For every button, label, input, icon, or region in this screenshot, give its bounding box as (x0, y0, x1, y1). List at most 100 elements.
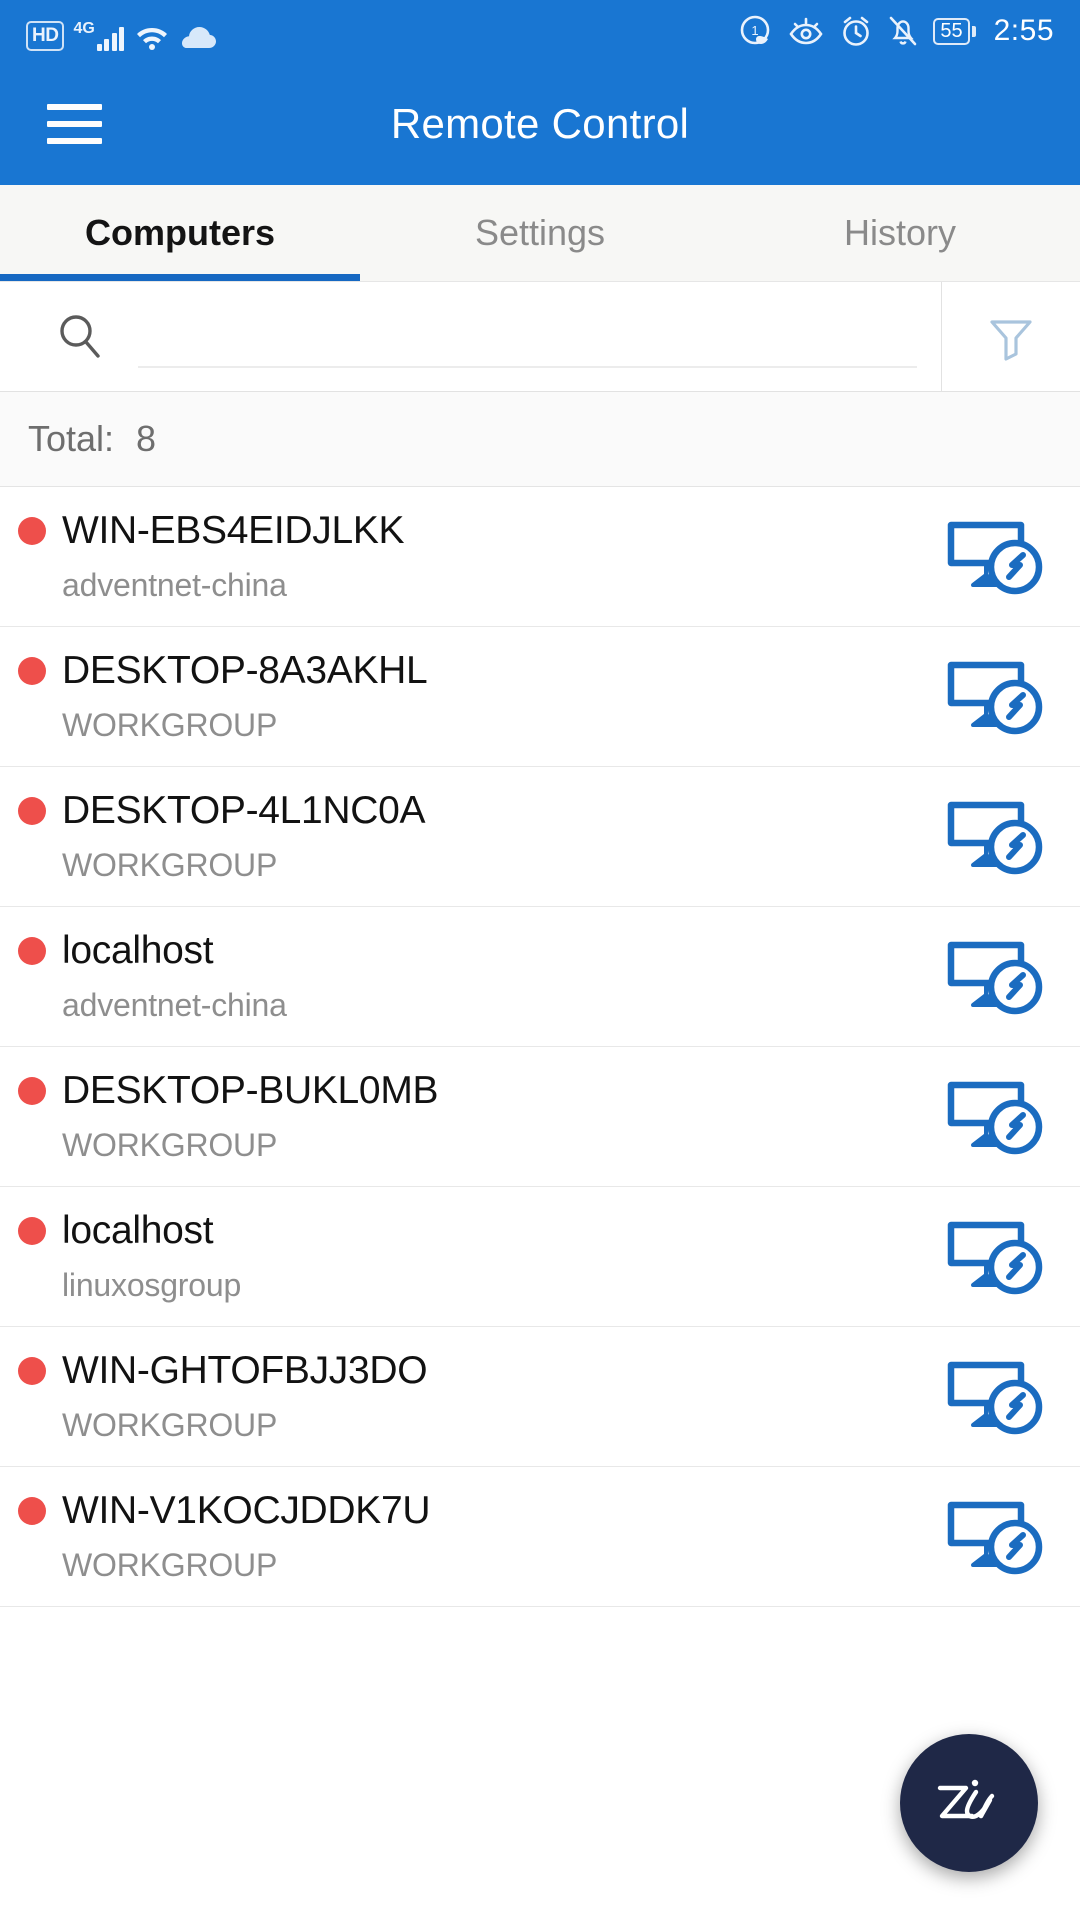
tab-settings-label: Settings (474, 212, 606, 253)
computer-name-line: localhost (18, 1209, 910, 1253)
total-value: 8 (136, 418, 157, 459)
table-row[interactable]: WIN-V1KOCJDDK7U WORKGROUP (0, 1467, 1080, 1607)
remote-connect-button[interactable] (910, 515, 1080, 599)
tab-bar: Computers Settings History (0, 185, 1080, 282)
computer-name-line: WIN-GHTOFBJJ3DO (18, 1349, 910, 1393)
phone-screen: HD 4G 1 55 2:55 Remote Control Computers… (0, 0, 1080, 1920)
computer-info: WIN-EBS4EIDJLKK adventnet-china (18, 509, 910, 604)
remote-desktop-icon (947, 661, 1043, 734)
status-badge (18, 797, 46, 825)
remote-connect-button[interactable] (910, 795, 1080, 879)
remote-connect-button[interactable] (910, 1355, 1080, 1439)
eye-comfort-icon (789, 17, 823, 45)
tab-settings[interactable]: Settings (360, 185, 720, 281)
cloud-icon (182, 27, 217, 48)
computer-group: WORKGROUP (62, 1407, 278, 1443)
network-type-label: 4G (73, 20, 95, 37)
computer-group: adventnet-china (62, 567, 287, 603)
status-badge (18, 1077, 46, 1105)
table-row[interactable]: DESKTOP-BUKL0MB WORKGROUP (0, 1047, 1080, 1187)
remote-desktop-icon (947, 801, 1043, 874)
remote-desktop-icon (947, 1221, 1043, 1294)
computer-name: WIN-GHTOFBJJ3DO (62, 1349, 428, 1392)
computer-name: DESKTOP-BUKL0MB (62, 1069, 439, 1112)
filter-button[interactable] (941, 282, 1080, 391)
hd-badge: HD (26, 21, 65, 51)
remote-desktop-icon (947, 1361, 1043, 1434)
status-badge (18, 937, 46, 965)
computer-info: DESKTOP-8A3AKHL WORKGROUP (18, 649, 910, 744)
total-count-bar: Total: 8 (0, 392, 1080, 487)
hamburger-menu-icon[interactable] (47, 103, 102, 144)
computer-group: WORKGROUP (62, 1547, 278, 1583)
status-bar-left: HD 4G (26, 11, 218, 51)
computer-name: localhost (62, 929, 214, 972)
computer-name: WIN-EBS4EIDJLKK (62, 509, 405, 552)
battery-indicator: 55 (933, 17, 976, 45)
search-input[interactable] (138, 305, 917, 368)
svg-text:1: 1 (752, 23, 759, 38)
status-badge (18, 657, 46, 685)
computer-name: DESKTOP-4L1NC0A (62, 789, 426, 832)
computer-group: WORKGROUP (62, 1127, 278, 1163)
status-badge (18, 517, 46, 545)
tab-history-label: History (843, 212, 956, 253)
computer-group: adventnet-china (62, 987, 287, 1023)
table-row[interactable]: DESKTOP-8A3AKHL WORKGROUP (0, 627, 1080, 767)
computer-info: WIN-V1KOCJDDK7U WORKGROUP (18, 1489, 910, 1584)
computer-info: DESKTOP-BUKL0MB WORKGROUP (18, 1069, 910, 1164)
status-badge (18, 1357, 46, 1385)
search-icon (60, 314, 100, 358)
remote-connect-button[interactable] (910, 935, 1080, 1019)
computer-info: localhost linuxosgroup (18, 1209, 910, 1304)
computer-name-line: DESKTOP-BUKL0MB (18, 1069, 910, 1113)
signal-bars-icon (96, 25, 125, 51)
remote-desktop-icon (947, 521, 1043, 594)
remote-connect-button[interactable] (910, 1495, 1080, 1579)
remote-desktop-icon (947, 1501, 1043, 1574)
status-badge (18, 1497, 46, 1525)
computer-info: localhost adventnet-china (18, 929, 910, 1024)
computer-list: WIN-EBS4EIDJLKK adventnet-china DESKTOP-… (0, 487, 1080, 1607)
battery-cap (971, 25, 976, 37)
search-input-container (0, 282, 941, 391)
computer-group: WORKGROUP (62, 707, 278, 743)
tab-history[interactable]: History (720, 185, 1080, 281)
zia-assistant-icon (937, 1779, 995, 1819)
computer-name-line: localhost (18, 929, 910, 973)
computer-name-line: DESKTOP-8A3AKHL (18, 649, 910, 693)
computer-info: WIN-GHTOFBJJ3DO WORKGROUP (18, 1349, 910, 1444)
search-bar (0, 282, 1080, 392)
app-bar: Remote Control (0, 62, 1080, 185)
wifi-icon (137, 28, 168, 50)
table-row[interactable]: DESKTOP-4L1NC0A WORKGROUP (0, 767, 1080, 907)
remote-connect-button[interactable] (910, 655, 1080, 739)
computer-name-line: WIN-EBS4EIDJLKK (18, 509, 910, 553)
status-badge (18, 1217, 46, 1245)
total-label: Total: (28, 418, 115, 459)
tab-computers[interactable]: Computers (0, 185, 360, 281)
computer-info: DESKTOP-4L1NC0A WORKGROUP (18, 789, 910, 884)
tab-computers-label: Computers (84, 212, 276, 253)
filter-funnel-icon (990, 319, 1032, 361)
status-bar-right: 1 55 2:55 (739, 14, 1054, 48)
table-row[interactable]: WIN-GHTOFBJJ3DO WORKGROUP (0, 1327, 1080, 1467)
remote-desktop-icon (947, 941, 1043, 1014)
bell-muted-icon (890, 16, 917, 46)
remote-desktop-icon (947, 1081, 1043, 1154)
mobile-network-indicator: 4G (73, 20, 125, 51)
alarm-clock-icon (843, 16, 870, 46)
computer-group: linuxosgroup (62, 1267, 242, 1303)
remote-connect-button[interactable] (910, 1075, 1080, 1159)
table-row[interactable]: localhost adventnet-china (0, 907, 1080, 1047)
table-row[interactable]: localhost linuxosgroup (0, 1187, 1080, 1327)
page-title: Remote Control (390, 99, 690, 147)
computer-name: WIN-V1KOCJDDK7U (62, 1489, 431, 1532)
status-bar: HD 4G 1 55 2:55 (0, 0, 1080, 62)
data-saver-icon: 1 (741, 15, 770, 45)
zia-assistant-button[interactable] (900, 1734, 1038, 1872)
remote-connect-button[interactable] (910, 1215, 1080, 1299)
table-row[interactable]: WIN-EBS4EIDJLKK adventnet-china (0, 487, 1080, 627)
computer-name-line: WIN-V1KOCJDDK7U (18, 1489, 910, 1533)
computer-name: DESKTOP-8A3AKHL (62, 649, 428, 692)
